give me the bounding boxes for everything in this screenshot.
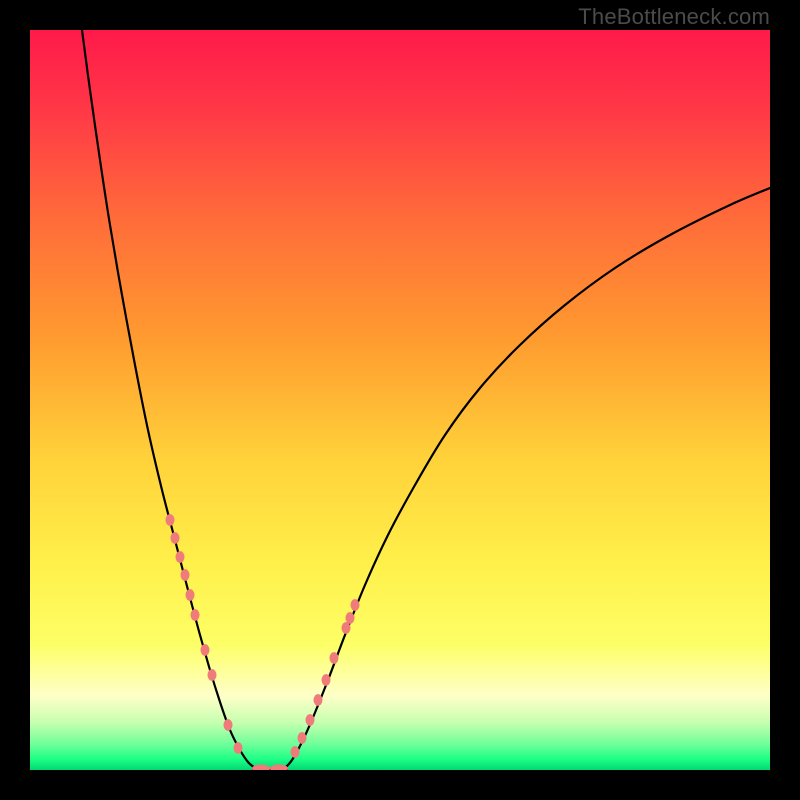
data-marker <box>322 674 331 686</box>
data-marker <box>176 551 185 563</box>
data-marker <box>191 609 200 621</box>
data-marker <box>306 714 315 726</box>
plot-area <box>30 30 770 770</box>
curve-left-arm <box>82 30 255 768</box>
data-marker <box>291 746 300 758</box>
data-marker <box>330 652 339 664</box>
data-marker <box>166 514 175 526</box>
data-marker <box>201 644 210 656</box>
curve-layer <box>30 30 770 770</box>
data-marker <box>314 694 323 706</box>
data-marker <box>208 669 217 681</box>
data-marker <box>181 569 190 581</box>
data-marker <box>186 589 195 601</box>
data-marker <box>351 599 360 611</box>
watermark-text: TheBottleneck.com <box>578 4 770 30</box>
data-marker-pill <box>270 765 288 771</box>
chart-frame: TheBottleneck.com <box>0 0 800 800</box>
data-marker <box>171 532 180 544</box>
data-marker-pill <box>252 765 270 771</box>
data-markers <box>166 514 360 770</box>
data-marker <box>234 742 243 754</box>
data-marker <box>298 732 307 744</box>
data-marker <box>346 612 355 624</box>
data-marker <box>224 719 233 731</box>
curve-right-arm <box>285 188 770 768</box>
data-marker <box>342 622 351 634</box>
